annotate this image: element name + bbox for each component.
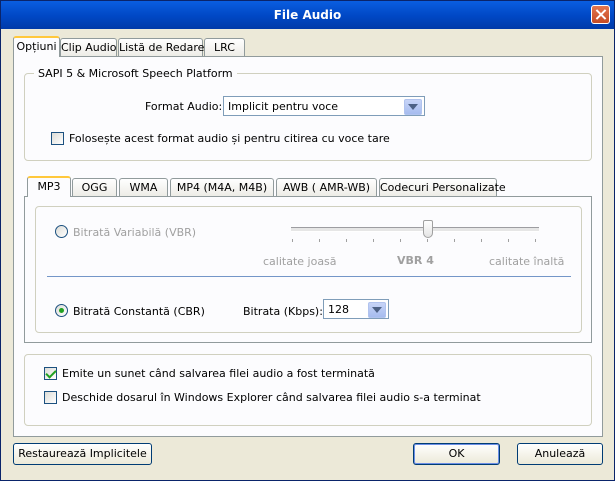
chevron-down-icon[interactable] xyxy=(368,302,386,318)
bitrate-value: 128 xyxy=(328,303,349,316)
slider-tick xyxy=(373,239,374,242)
vbr-slider-track[interactable] xyxy=(291,227,539,232)
sapi-group xyxy=(24,73,592,161)
tab-lista-de-redare[interactable]: Listă de Redare xyxy=(118,38,204,57)
tab-wma[interactable]: WMA xyxy=(119,178,168,197)
format-audio-select[interactable]: Implicit pentru voce xyxy=(223,96,425,116)
restore-defaults-button[interactable]: Restaurează Implicitele xyxy=(13,443,152,465)
use-format-checkbox[interactable] xyxy=(51,132,64,145)
title-bar[interactable]: File Audio xyxy=(1,1,614,29)
save-options-group xyxy=(24,354,592,426)
tab-mp4[interactable]: MP4 (M4A, M4B) xyxy=(170,178,274,197)
vbr-radio[interactable] xyxy=(55,225,68,238)
chevron-down-icon[interactable] xyxy=(404,99,422,115)
sound-checkbox[interactable] xyxy=(44,367,57,380)
tab-optiuni[interactable]: Opțiuni xyxy=(13,36,60,57)
sound-label: Emite un sunet când salvarea filei audio… xyxy=(62,367,375,380)
tab-codecuri-personalizate[interactable]: Codecuri Personalizate xyxy=(379,178,506,197)
slider-tick xyxy=(481,239,482,242)
use-format-label: Folosește acest format audio și pentru c… xyxy=(69,132,390,145)
slider-tick xyxy=(454,239,455,242)
slider-tick xyxy=(508,239,509,242)
sapi-group-label: SAPI 5 & Microsoft Speech Platform xyxy=(34,67,237,80)
slider-tick xyxy=(346,239,347,242)
vbr-value: VBR 4 xyxy=(397,254,434,267)
slider-tick xyxy=(292,239,293,242)
close-icon[interactable] xyxy=(591,5,610,24)
format-audio-value: Implicit pentru voce xyxy=(228,100,339,113)
format-audio-label: Format Audio: xyxy=(145,100,223,113)
ok-button[interactable]: OK xyxy=(413,443,500,465)
slider-tick xyxy=(535,239,536,242)
tab-lrc[interactable]: LRC xyxy=(204,38,245,57)
separator xyxy=(47,276,571,277)
explorer-checkbox[interactable] xyxy=(44,391,57,404)
slider-tick xyxy=(319,239,320,242)
cbr-label: Bitrată Constantă (CBR) xyxy=(73,305,205,318)
file-audio-dialog: File Audio Opțiuni Clip Audio Listă de R… xyxy=(0,0,615,481)
window-title: File Audio xyxy=(273,8,342,22)
tab-clip-audio[interactable]: Clip Audio xyxy=(60,38,117,57)
bitrate-select[interactable]: 128 xyxy=(323,299,389,319)
slider-tick xyxy=(427,239,428,242)
cbr-radio[interactable] xyxy=(55,304,68,317)
tab-mp3[interactable]: MP3 xyxy=(27,176,71,197)
cancel-button[interactable]: Anulează xyxy=(517,443,603,465)
vbr-label: Bitrată Variabilă (VBR) xyxy=(73,226,197,239)
low-quality-label: calitate joasă xyxy=(263,255,337,268)
tab-ogg[interactable]: OGG xyxy=(72,178,117,197)
bitrate-label: Bitrata (Kbps): xyxy=(243,305,323,318)
tab-awb[interactable]: AWB ( AMR-WB) xyxy=(276,178,377,197)
high-quality-label: calitate înaltă xyxy=(489,255,565,268)
slider-tick xyxy=(400,239,401,242)
explorer-label: Deschide dosarul în Windows Explorer cân… xyxy=(62,391,481,404)
vbr-slider-thumb[interactable] xyxy=(423,220,433,238)
